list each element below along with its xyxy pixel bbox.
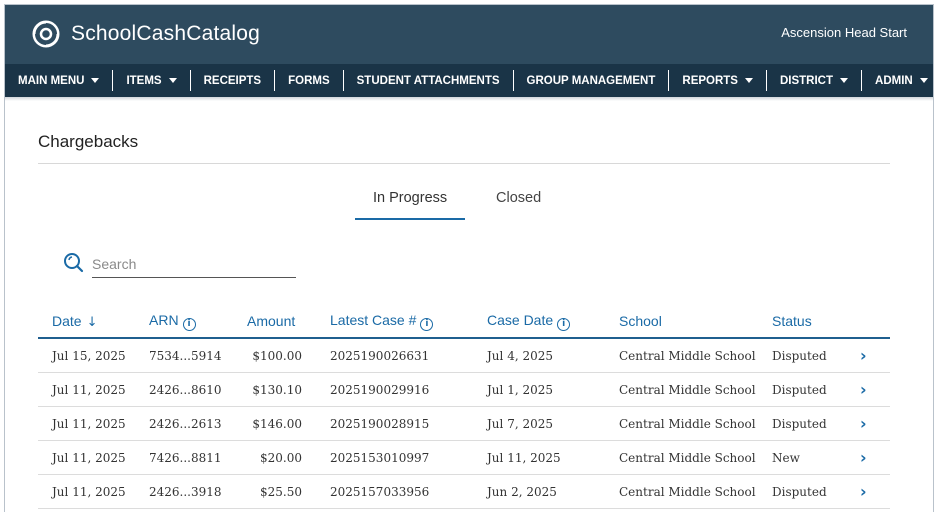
cell-status: New — [772, 440, 860, 475]
cell-date: Jul 15, 2025 — [38, 338, 149, 373]
chevron-right-icon[interactable]: › — [860, 380, 867, 399]
cell-amount: $146.00 — [247, 406, 330, 441]
caret-down-icon — [744, 78, 753, 83]
organization-name[interactable]: Ascension Head Start — [781, 25, 907, 40]
cell-action: › — [860, 474, 890, 509]
table-row[interactable]: Jul 11, 2025 2426...2613 $146.00 2025190028… — [38, 406, 890, 441]
cell-action: › — [860, 440, 890, 475]
active-tab-indicator — [355, 218, 465, 220]
arrow-down-icon: ↓ — [86, 314, 98, 330]
swirl-logo-icon — [32, 20, 60, 48]
cell-amount: $130.10 — [247, 372, 330, 407]
cell-action: › — [860, 338, 890, 373]
page-title: Chargebacks — [38, 132, 139, 151]
cell-action: › — [860, 406, 890, 441]
column-header-latest-case[interactable]: Latest Case # i — [330, 305, 487, 339]
table-row[interactable]: Jul 11, 2025 7426...8811 $20.00 20251530109… — [38, 440, 890, 475]
cell-amount: $100.00 — [247, 338, 330, 373]
chevron-right-icon[interactable]: › — [860, 346, 867, 365]
column-header-amount[interactable]: Amount — [247, 305, 330, 339]
cell-status: Disputed — [772, 406, 860, 441]
cell-status: Disputed — [772, 372, 860, 407]
nav-item-receipts[interactable]: RECEIPTS — [191, 70, 276, 91]
cell-arn: 7534...5914 — [149, 338, 247, 373]
cell-school: Central Middle School — [619, 338, 772, 373]
cell-case-date: Jul 4, 2025 — [487, 338, 619, 373]
table-row[interactable]: Jul 15, 2025 7534...5914 $100.00 2025190026… — [38, 338, 890, 373]
search-icon[interactable] — [63, 252, 85, 279]
column-header-arn[interactable]: ARN i — [149, 305, 247, 339]
cell-school: Central Middle School — [619, 406, 772, 441]
cell-school: Central Middle School — [619, 372, 772, 407]
caret-down-icon — [91, 78, 100, 83]
nav-item-admin[interactable]: ADMIN — [862, 70, 933, 91]
info-icon[interactable]: i — [182, 317, 196, 331]
tab-in-progress[interactable]: In Progress — [373, 190, 447, 206]
cell-case: 2025190029916 — [330, 372, 487, 407]
info-icon[interactable]: i — [557, 317, 571, 331]
column-header-status[interactable]: Status — [772, 305, 860, 339]
nav-item-group-management[interactable]: GROUP MANAGEMENT — [514, 70, 670, 91]
cell-amount: $20.00 — [247, 440, 330, 475]
nav-item-student-attachments[interactable]: STUDENT ATTACHMENTS — [344, 70, 514, 91]
cell-school: Central Middle School — [619, 440, 772, 475]
cell-arn: 2426...8610 — [149, 372, 247, 407]
info-icon[interactable]: i — [420, 317, 434, 331]
chevron-right-icon[interactable]: › — [860, 414, 867, 433]
cell-status: Disputed — [772, 338, 860, 373]
column-header-actions — [860, 305, 890, 339]
cell-amount: $25.50 — [247, 474, 330, 509]
nav-item-main-menu[interactable]: MAIN MENU — [5, 70, 114, 91]
nav-shadow — [5, 97, 933, 101]
brand-name: SchoolCashCatalog — [71, 22, 261, 45]
cell-date: Jul 11, 2025 — [38, 440, 149, 475]
cell-case-date: Jun 2, 2025 — [487, 474, 619, 509]
caret-down-icon — [840, 78, 849, 83]
caret-down-icon — [168, 78, 177, 83]
caret-down-icon — [919, 78, 928, 83]
table-row[interactable]: Jul 11, 2025 2426...3918 $25.50 20251570339… — [38, 474, 890, 509]
column-header-date[interactable]: Date ↓ — [38, 305, 149, 339]
cell-arn: 2426...2613 — [149, 406, 247, 441]
chargebacks-table: Date ↓ ARN i Amount Latest Case # i Case Da… — [38, 305, 890, 509]
nav-item-reports[interactable]: REPORTS — [669, 70, 767, 91]
nav-item-items[interactable]: ITEMS — [113, 70, 191, 91]
cell-school: Central Middle School — [619, 474, 772, 509]
column-header-school[interactable]: School — [619, 305, 772, 339]
cell-case: 2025157033956 — [330, 474, 487, 509]
cell-status: Disputed — [772, 474, 860, 509]
chevron-right-icon[interactable]: › — [860, 482, 867, 501]
cell-case-date: Jul 7, 2025 — [487, 406, 619, 441]
cell-arn: 7426...8811 — [149, 440, 247, 475]
nav-item-forms[interactable]: FORMS — [275, 70, 344, 91]
table-header-row: Date ↓ ARN i Amount Latest Case # i Case Da… — [38, 305, 890, 339]
cell-arn: 2426...3918 — [149, 474, 247, 509]
cell-date: Jul 11, 2025 — [38, 372, 149, 407]
cell-case-date: Jul 11, 2025 — [487, 440, 619, 475]
cell-date: Jul 11, 2025 — [38, 406, 149, 441]
cell-case: 2025153010997 — [330, 440, 487, 475]
cell-case: 2025190028915 — [330, 406, 487, 441]
top-header: SchoolCashCatalog Ascension Head Start — [5, 5, 933, 64]
title-divider — [38, 163, 890, 164]
cell-case-date: Jul 1, 2025 — [487, 372, 619, 407]
chevron-right-icon[interactable]: › — [860, 448, 867, 467]
table-row[interactable]: Jul 11, 2025 2426...8610 $130.10 2025190029… — [38, 372, 890, 407]
cell-date: Jul 11, 2025 — [38, 474, 149, 509]
cell-action: › — [860, 372, 890, 407]
search-input[interactable] — [92, 251, 296, 278]
column-header-case-date[interactable]: Case Date i — [487, 305, 619, 339]
brand-logo[interactable]: SchoolCashCatalog — [31, 19, 260, 49]
cell-case: 2025190026631 — [330, 338, 487, 373]
main-nav: MAIN MENU ITEMS RECEIPTS FORMS STUDENT ATTAC… — [5, 64, 933, 97]
tab-closed[interactable]: Closed — [496, 190, 541, 206]
nav-item-district[interactable]: DISTRICT — [767, 70, 863, 91]
